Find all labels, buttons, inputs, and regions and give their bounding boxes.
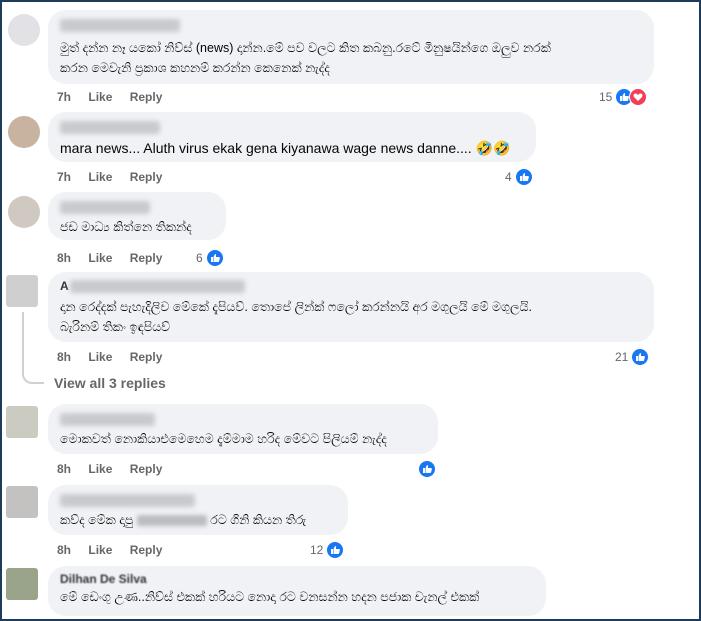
comment-text-line: මුත් දන්න නෑ යකෝ නිව්ස් (news) දාන්න.මේ … [60,41,551,55]
comment-text-line: දාන රෙද්දක් පැහැදිලිව මේකේ දැපියව්. තොපේ… [60,300,532,314]
avatar[interactable] [6,486,38,518]
like-button[interactable]: Like [88,350,112,364]
reaction-summary[interactable]: 12 [310,541,345,559]
commenter-name[interactable] [60,494,195,507]
name-redaction [70,280,245,293]
comment-time[interactable]: 8h [57,543,71,557]
commenter-name[interactable] [60,19,180,32]
comment-text-line: බැරිනම් තිකං ඉඳපියව් [60,320,171,334]
commenter-name[interactable] [60,201,150,214]
commenter-name[interactable] [60,121,160,134]
like-reaction-icon [418,460,436,478]
reaction-summary[interactable] [418,460,436,478]
reaction-count: 15 [599,90,613,104]
comment-text-line: මේ ඩෙංගු උණ..නිව්ස් එකක් හරියට නොදා රට ව… [60,590,480,604]
reply-button[interactable]: Reply [130,90,163,104]
text-redaction [136,515,207,527]
reaction-count: 12 [310,543,324,557]
comment-text-line: ජඩ මාධ්‍ය කිත්නෙ තිකන්ද [60,220,192,234]
love-reaction-icon [629,88,648,106]
reaction-count: 6 [196,251,203,265]
comment-actions: 7h Like Reply [57,170,176,184]
like-reaction-icon [514,168,533,186]
commenter-name[interactable]: A [60,280,642,293]
reply-button[interactable]: Reply [130,251,163,265]
comment-bubble: මුත් දන්න නෑ යකෝ නිව්ස් (news) දාන්න.මේ … [48,10,654,84]
reply-button[interactable]: Reply [130,543,163,557]
reply-button[interactable]: Reply [130,170,163,184]
like-button[interactable]: Like [88,170,112,184]
comment-text-line: mara news... Aluth virus ekak gena kiyan… [60,140,511,156]
reaction-summary[interactable]: 6 [196,249,224,267]
comment-actions: 7h Like Reply [57,90,176,104]
like-button[interactable]: Like [88,90,112,104]
reaction-summary[interactable]: 4 [505,168,533,186]
avatar[interactable] [8,14,40,46]
comment-text-line: කරන මෙවැනි ප්‍රකාශ කහනම් කරන්න කෙනෙක් නැ… [60,61,330,75]
comment-actions: 8h Like Reply [57,543,176,557]
comment-bubble: කව්ද මේක දාපු රට ගිනි කියන තිරු [48,485,348,535]
reaction-summary[interactable]: 15 [599,88,648,106]
comment-time[interactable]: 7h [57,90,71,104]
comment-bubble: mara news... Aluth virus ekak gena kiyan… [48,112,536,162]
like-reaction-icon [631,348,650,366]
comment-bubble: ජඩ මාධ්‍ය කිත්නෙ තිකන්ද [48,192,226,240]
comment-time[interactable]: 8h [57,251,71,265]
reaction-count: 4 [505,170,512,184]
comment-actions: 8h Like Reply [57,350,176,364]
comment-text: කව්ද මේක දාපු රට ගිනි කියන තිරු [60,510,336,530]
like-reaction-icon [205,249,224,267]
like-button[interactable]: Like [88,543,112,557]
comment-actions: 8h Like Reply [57,462,176,476]
reaction-summary[interactable]: 21 [615,348,650,366]
avatar[interactable] [6,275,38,307]
avatar[interactable] [8,116,40,148]
comment-text-part: කව්ද මේක දාපු [60,513,134,527]
comment-actions: 8h Like Reply [57,251,176,265]
avatar[interactable] [8,196,40,228]
comment-time[interactable]: 7h [57,170,71,184]
like-button[interactable]: Like [88,251,112,265]
comment-bubble: Dilhan De Silva මේ ඩෙංගු උණ..නිව්ස් එකක්… [48,566,546,616]
comment-text-line: මොකවත් නොකියාඑමෙහෙම දැම්මාම හරිද මේවට පි… [60,432,387,446]
avatar[interactable] [6,406,38,438]
comment-bubble: මොකවත් නොකියාඑමෙහෙම දැම්මාම හරිද මේවට පි… [48,404,438,454]
comment-time[interactable]: 8h [57,350,71,364]
like-button[interactable]: Like [88,462,112,476]
reaction-count: 21 [615,350,629,364]
reply-button[interactable]: Reply [130,462,163,476]
comment-time[interactable]: 8h [57,462,71,476]
commenter-name[interactable]: Dilhan De Silva [60,573,534,586]
comment-bubble: A දාන රෙද්දක් පැහැදිලිව මේකේ දැපියව්. තො… [48,272,654,342]
comment-text-part: රට ගිනි කියන තිරු [210,513,307,527]
avatar[interactable] [6,568,38,600]
reply-thread-line [22,312,44,384]
reply-button[interactable]: Reply [130,350,163,364]
like-reaction-icon [326,541,345,559]
view-replies-link[interactable]: View all 3 replies [54,375,166,391]
commenter-name[interactable] [60,413,155,426]
